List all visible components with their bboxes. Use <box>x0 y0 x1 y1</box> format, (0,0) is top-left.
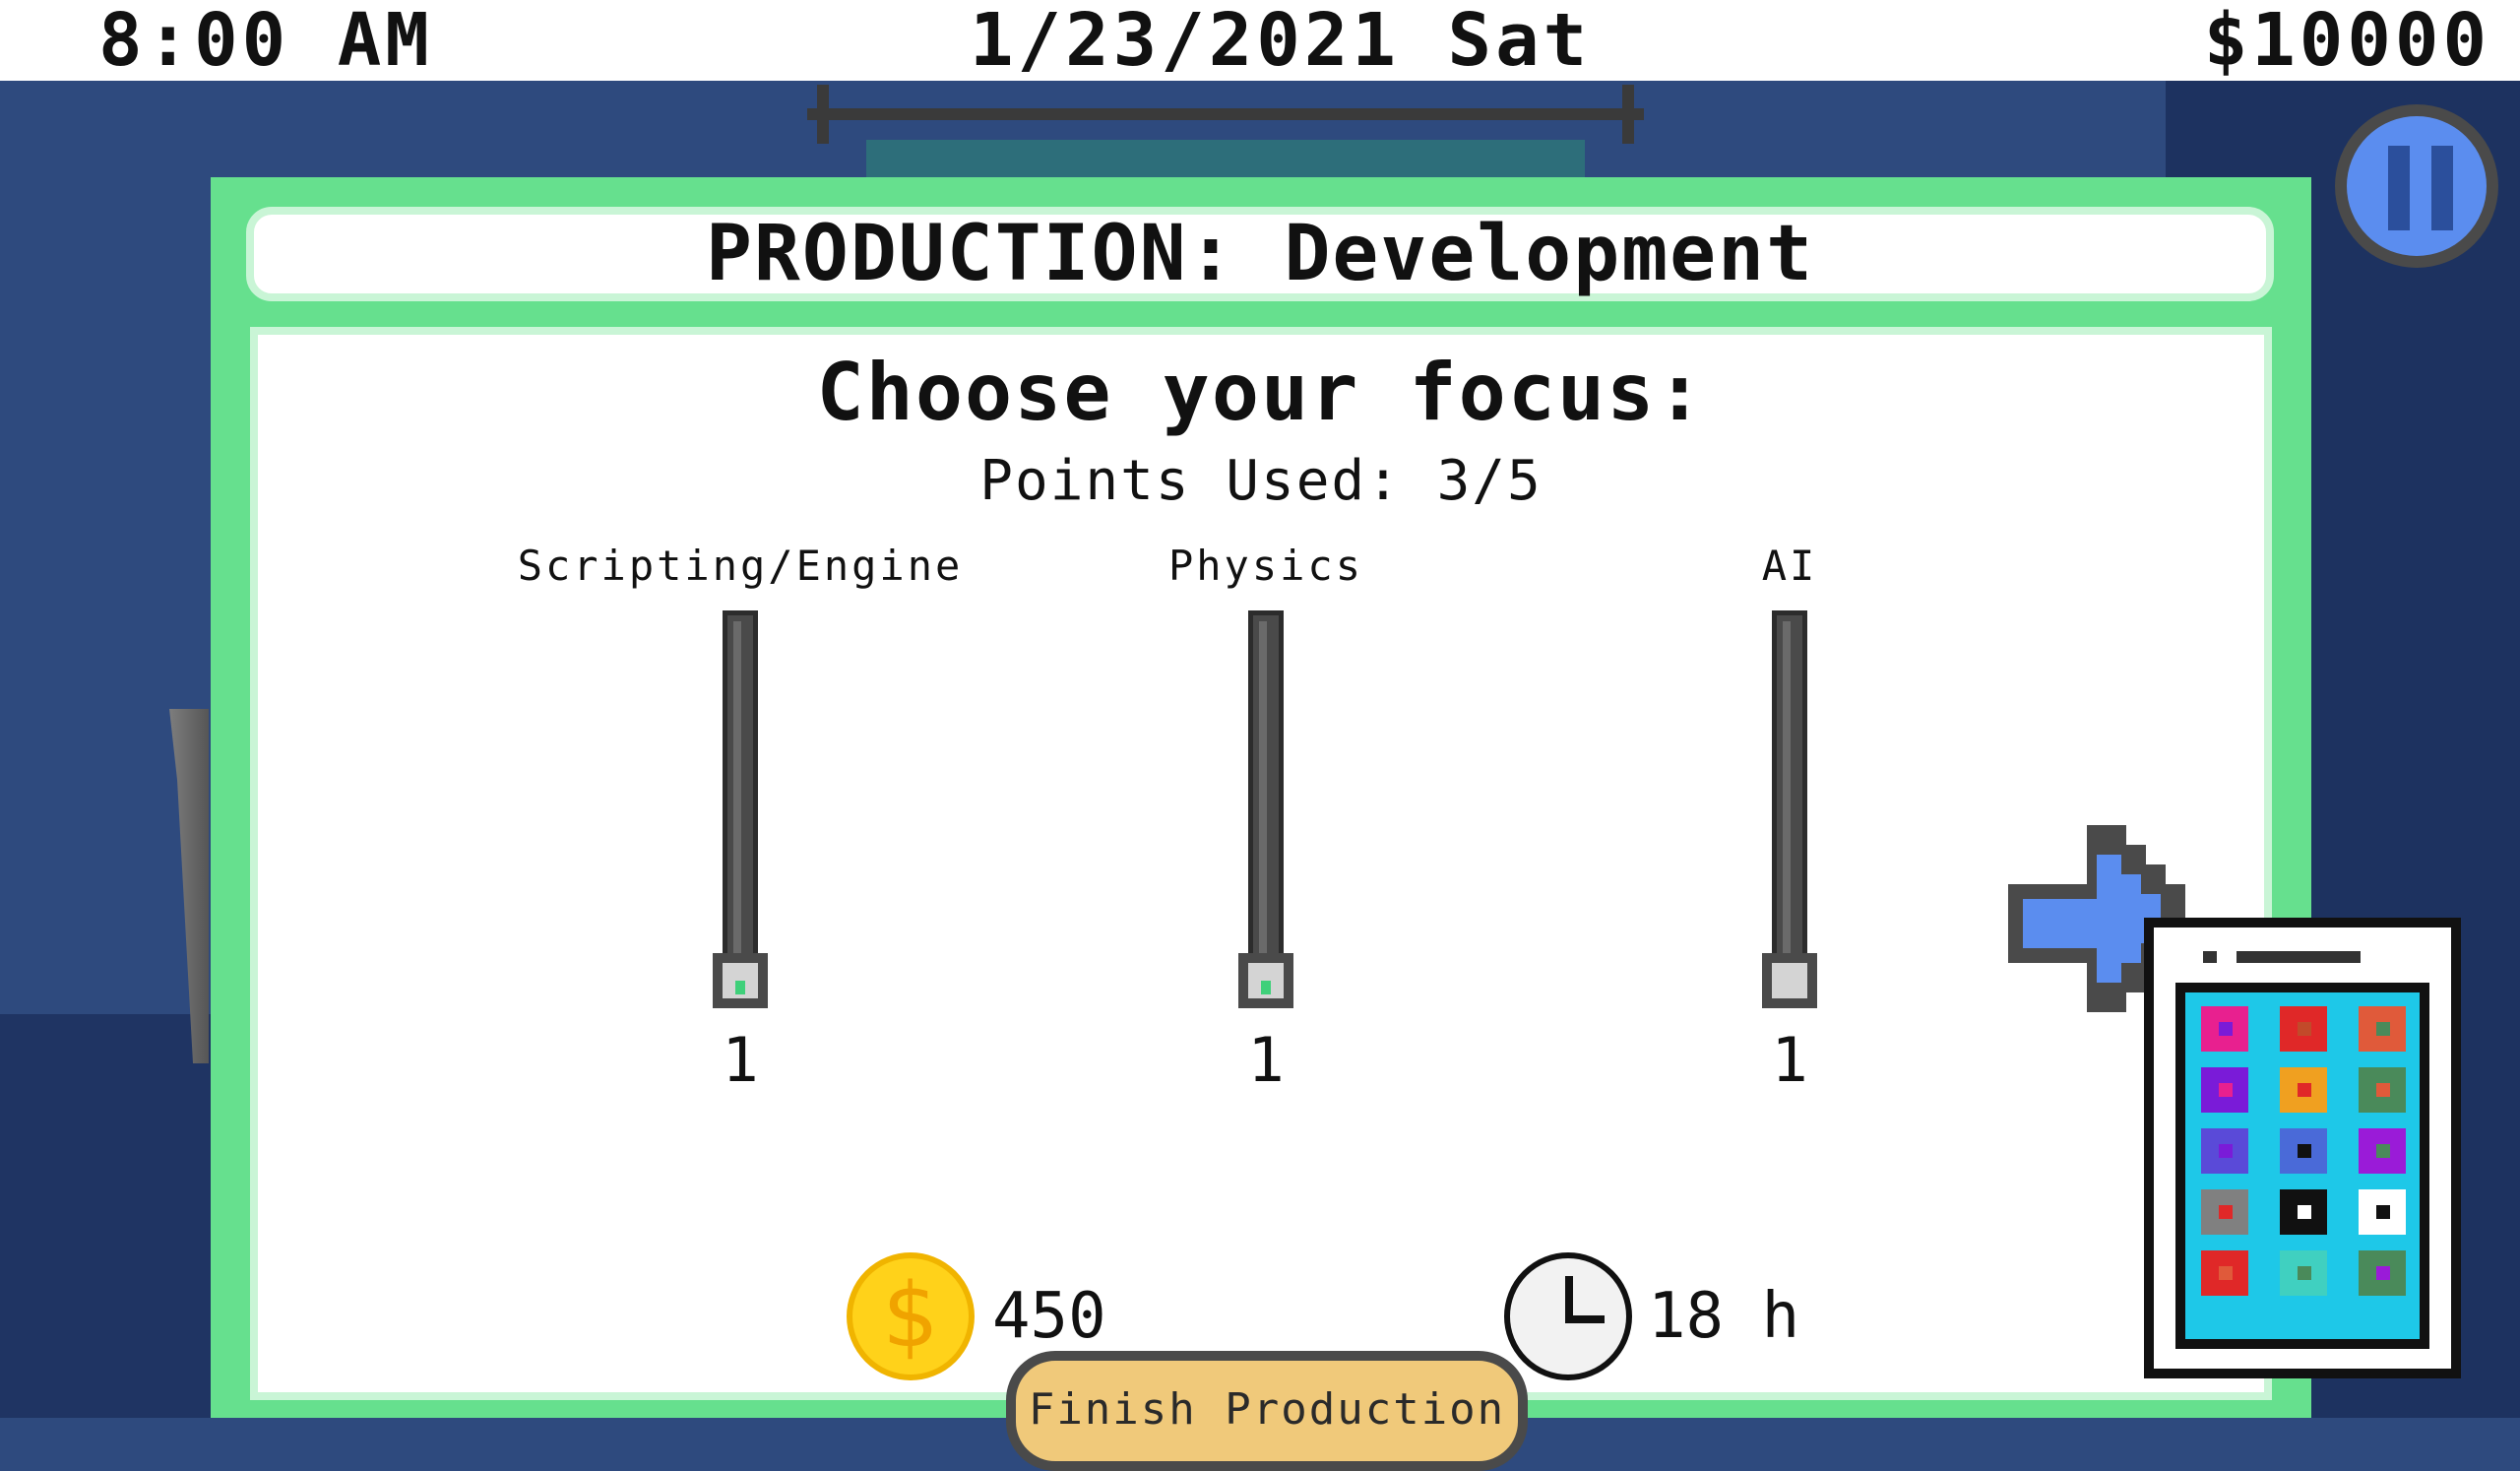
phone-screen <box>2175 983 2429 1349</box>
status-bar: 8:00 AM 1/23/2021 Sat $10000 <box>0 0 2520 81</box>
game-date: 1/23/2021 Sat <box>970 0 1592 83</box>
phone-app-icon <box>2359 1128 2406 1174</box>
pause-button[interactable] <box>2335 104 2498 268</box>
background-furniture <box>169 709 209 1063</box>
phone-app-icon <box>2201 1006 2248 1052</box>
background-floor <box>0 1014 236 1418</box>
production-dialog: PRODUCTION: Development Choose your focu… <box>211 177 2311 1471</box>
phone-app-icon <box>2359 1189 2406 1235</box>
phone-app-icon <box>2359 1067 2406 1113</box>
phone-app-icon <box>2280 1067 2327 1113</box>
dollar-coin-icon: $ <box>847 1252 975 1380</box>
dialog-title: PRODUCTION: Development <box>705 210 1815 298</box>
slider-track[interactable] <box>1248 610 1284 985</box>
phone-app-icon <box>2280 1006 2327 1052</box>
dialog-content: Choose your focus: Points Used: 3/5 Scri… <box>250 327 2272 1471</box>
slider-label: Scripting/Engine <box>517 542 964 590</box>
slider-value: 1 <box>1771 1024 1808 1096</box>
slider-label: AI <box>1761 542 1818 590</box>
phone-app-icon <box>2201 1128 2248 1174</box>
slider-indicator-led <box>735 981 745 994</box>
production-cost: 450 <box>992 1280 1106 1353</box>
pause-icon <box>2431 146 2453 230</box>
slider-value: 1 <box>1247 1024 1285 1096</box>
phone-app-icon <box>2280 1250 2327 1296</box>
dialog-title-bar: PRODUCTION: Development <box>246 207 2274 301</box>
phone-app-icon <box>2359 1006 2406 1052</box>
focus-heading: Choose your focus: <box>816 347 1706 438</box>
slider-handle[interactable] <box>1762 953 1817 1008</box>
phone-app-icon <box>2201 1067 2248 1113</box>
clock-icon <box>1504 1252 1632 1380</box>
slider-track[interactable] <box>723 610 758 985</box>
phone-speaker <box>2236 951 2361 963</box>
slider-indicator-led <box>1261 981 1271 994</box>
game-time: 8:00 AM <box>98 0 433 83</box>
phone-app-icon <box>2280 1128 2327 1174</box>
phone-app-icon <box>2201 1250 2248 1296</box>
finish-production-button[interactable]: Finish Production <box>1006 1351 1528 1471</box>
phone-app-icon <box>2359 1250 2406 1296</box>
slider-ai: AI 1 <box>1534 542 2046 1096</box>
pause-icon <box>2388 146 2410 230</box>
slider-value: 1 <box>722 1024 759 1096</box>
phone-camera <box>2203 951 2217 963</box>
phone-app-icon <box>2201 1189 2248 1235</box>
money-balance: $10000 <box>2203 0 2490 83</box>
phone-button[interactable] <box>2144 918 2461 1378</box>
phone-app-icon <box>2280 1189 2327 1235</box>
points-used: Points Used: 3/5 <box>979 449 1543 513</box>
slider-scripting-engine: Scripting/Engine 1 <box>484 542 996 1096</box>
background-tv-mount <box>807 85 1644 144</box>
production-duration: 18 h <box>1648 1280 1800 1353</box>
slider-track[interactable] <box>1772 610 1807 985</box>
slider-label: Physics <box>1167 542 1363 590</box>
slider-physics: Physics 1 <box>1010 542 1522 1096</box>
